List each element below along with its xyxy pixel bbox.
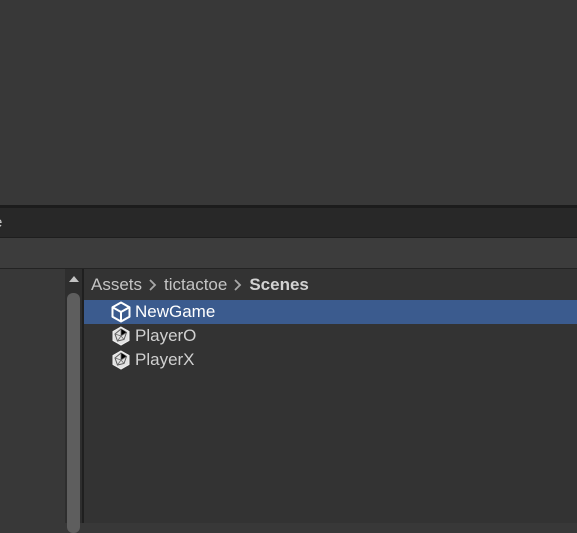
breadcrumb-assets[interactable]: Assets [91,275,142,295]
list-item[interactable]: PlayerO [84,324,577,348]
file-label: PlayerX [135,350,195,369]
breadcrumb-scenes[interactable]: Scenes [249,275,309,295]
asset-list: NewGame PlayerO PlayerX [84,300,577,372]
folder-tree-scrollbar[interactable] [65,269,82,533]
chevron-right-icon [142,275,164,295]
breadcrumb-tictactoe[interactable]: tictactoe [164,275,227,295]
file-label: NewGame [135,302,216,321]
asset-list-pane: Assets tictactoe Scenes NewGame PlayerO … [84,269,577,523]
project-toolbar [0,238,577,269]
folder-tree-pane[interactable] [0,269,65,523]
scroll-up-arrow-icon[interactable] [69,276,79,282]
unity-scene-icon [110,301,132,323]
chevron-right-icon [227,275,249,295]
list-item[interactable]: NewGame [84,300,577,324]
tab-label[interactable]: e [0,214,2,231]
scene-viewport[interactable] [0,0,577,205]
prefab-icon [110,349,132,371]
scroll-thumb[interactable] [67,293,80,533]
list-item[interactable]: PlayerX [84,348,577,372]
prefab-icon [110,325,132,347]
file-label: PlayerO [135,326,197,345]
breadcrumb: Assets tictactoe Scenes [91,274,309,296]
panel-tab-strip: e [0,208,577,238]
